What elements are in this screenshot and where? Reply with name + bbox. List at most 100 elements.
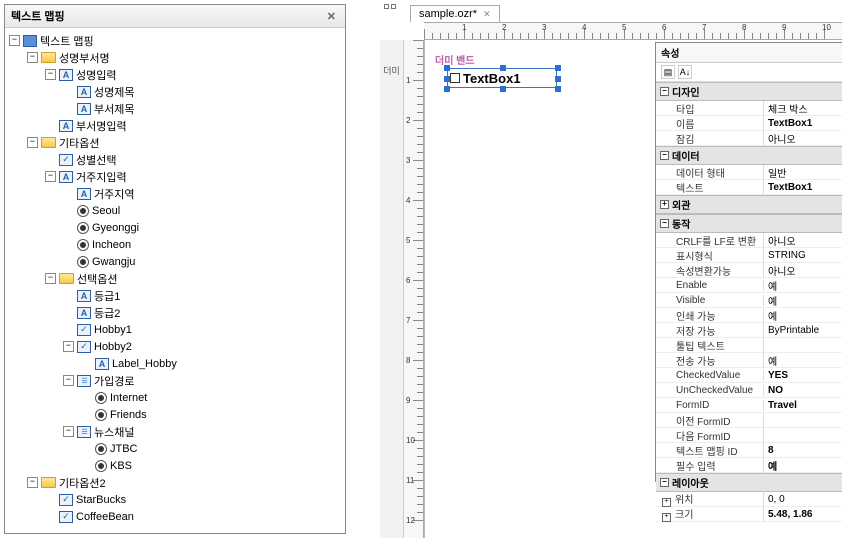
prop-value[interactable]: 8 xyxy=(764,445,842,456)
selection-handle[interactable] xyxy=(500,86,506,92)
prop-value[interactable]: 예 xyxy=(764,293,842,308)
tab-close-icon[interactable]: ✕ xyxy=(483,9,491,20)
prop-row[interactable]: 속성변환가능아니오 xyxy=(656,263,842,278)
prop-value[interactable]: TextBox1 xyxy=(764,182,842,193)
prop-row[interactable]: UnCheckedValueNO xyxy=(656,383,842,398)
selection-handle[interactable] xyxy=(555,76,561,82)
prop-value[interactable]: STRING xyxy=(764,250,842,261)
tree-node[interactable]: −선택옵션 xyxy=(9,270,341,287)
tree-node[interactable]: A부서제목 xyxy=(9,100,341,117)
collapse-icon[interactable]: − xyxy=(63,341,74,352)
tree-node[interactable]: KBS xyxy=(9,457,341,474)
prop-value[interactable]: 아니오 xyxy=(764,131,842,146)
prop-value[interactable]: TextBox1 xyxy=(764,118,842,129)
prop-row[interactable]: 표시형식STRING xyxy=(656,248,842,263)
prop-value[interactable]: 예 xyxy=(764,308,842,323)
collapse-icon[interactable]: − xyxy=(9,35,20,46)
tree-node[interactable]: −기타옵션 xyxy=(9,134,341,151)
tree-node[interactable]: A거주지역 xyxy=(9,185,341,202)
prop-value[interactable]: 체크 박스 xyxy=(764,101,842,116)
close-icon[interactable]: ✕ xyxy=(324,10,339,23)
prop-row[interactable]: 텍스트 맵핑 ID8 xyxy=(656,443,842,458)
categorize-icon[interactable]: ▤ xyxy=(661,65,675,79)
prop-row[interactable]: +위치0, 0 xyxy=(656,492,842,507)
tree-node[interactable]: ALabel_Hobby xyxy=(9,355,341,372)
prop-row[interactable]: 필수 입력예 xyxy=(656,458,842,473)
prop-row[interactable]: Visible예 xyxy=(656,293,842,308)
selection-handle[interactable] xyxy=(444,65,450,71)
tree-node[interactable]: Seoul xyxy=(9,202,341,219)
tree-node[interactable]: JTBC xyxy=(9,440,341,457)
tree-node[interactable]: A등급1 xyxy=(9,287,341,304)
prop-value[interactable]: 예 xyxy=(764,278,842,293)
prop-section[interactable]: +외관 xyxy=(656,195,842,214)
collapse-icon[interactable]: − xyxy=(45,273,56,284)
tree-node[interactable]: −텍스트 맵핑 xyxy=(9,32,341,49)
prop-value[interactable]: 예 xyxy=(764,458,842,473)
selection-handle[interactable] xyxy=(444,76,450,82)
tree-node[interactable]: Friends xyxy=(9,406,341,423)
prop-row[interactable]: 저장 가능ByPrintable xyxy=(656,323,842,338)
prop-row[interactable]: +크기5.48, 1.86 xyxy=(656,507,842,522)
collapse-icon[interactable]: − xyxy=(27,477,38,488)
prop-row[interactable]: 텍스트TextBox1 xyxy=(656,180,842,195)
prop-section[interactable]: −동작 xyxy=(656,214,842,233)
selection-handle[interactable] xyxy=(555,65,561,71)
expand-icon[interactable]: + xyxy=(660,200,669,209)
prop-row[interactable]: 타입체크 박스 xyxy=(656,101,842,116)
collapse-icon[interactable]: − xyxy=(660,478,669,487)
tree-node[interactable]: −A거주지입력 xyxy=(9,168,341,185)
selection-handle[interactable] xyxy=(555,86,561,92)
sort-az-icon[interactable]: A↓ xyxy=(678,65,692,79)
tab-gutter-icon[interactable] xyxy=(384,4,396,16)
prop-value[interactable]: 예 xyxy=(764,353,842,368)
prop-value[interactable]: 5.48, 1.86 xyxy=(764,509,842,520)
prop-value[interactable]: Travel xyxy=(764,400,842,411)
collapse-icon[interactable]: − xyxy=(45,69,56,80)
collapse-icon[interactable]: − xyxy=(63,375,74,386)
collapse-icon[interactable]: − xyxy=(660,219,669,228)
tree-node[interactable]: Gyeonggi xyxy=(9,219,341,236)
tree-node[interactable]: ✓CoffeeBean xyxy=(9,508,341,525)
prop-value[interactable]: ByPrintable xyxy=(764,325,842,336)
prop-row[interactable]: Enable예 xyxy=(656,278,842,293)
tree-node[interactable]: Incheon xyxy=(9,236,341,253)
tree-node[interactable]: −☰뉴스채널 xyxy=(9,423,341,440)
tree-view[interactable]: −텍스트 맵핑−성명부서명−A성명입력A성명제목A부서제목A부서명입력−기타옵션… xyxy=(5,28,345,534)
expand-icon[interactable]: + xyxy=(662,513,671,522)
prop-row[interactable]: FormIDTravel xyxy=(656,398,842,413)
collapse-icon[interactable]: − xyxy=(27,137,38,148)
prop-section[interactable]: −데이터 xyxy=(656,146,842,165)
tree-node[interactable]: −A성명입력 xyxy=(9,66,341,83)
prop-row[interactable]: 전송 가능예 xyxy=(656,353,842,368)
tree-node[interactable]: A성명제목 xyxy=(9,83,341,100)
prop-row[interactable]: 데이터 형태일반 xyxy=(656,165,842,180)
prop-value[interactable]: NO xyxy=(764,385,842,396)
tree-node[interactable]: −☰가입경로 xyxy=(9,372,341,389)
prop-row[interactable]: 인쇄 가능예 xyxy=(656,308,842,323)
selection-handle[interactable] xyxy=(444,86,450,92)
collapse-icon[interactable]: − xyxy=(660,151,669,160)
prop-row[interactable]: CheckedValueYES xyxy=(656,368,842,383)
tree-node[interactable]: ✓Hobby1 xyxy=(9,321,341,338)
tree-node[interactable]: Internet xyxy=(9,389,341,406)
tree-node[interactable]: Gwangju xyxy=(9,253,341,270)
collapse-icon[interactable]: − xyxy=(27,52,38,63)
prop-row[interactable]: 이름TextBox1 xyxy=(656,116,842,131)
tree-node[interactable]: −기타옵션2 xyxy=(9,474,341,491)
prop-section[interactable]: −레이아웃 xyxy=(656,473,842,492)
tree-node[interactable]: −✓Hobby2 xyxy=(9,338,341,355)
collapse-icon[interactable]: − xyxy=(63,426,74,437)
selection-handle[interactable] xyxy=(500,65,506,71)
collapse-icon[interactable]: − xyxy=(660,87,669,96)
prop-row[interactable]: CRLF를 LF로 변환아니오 xyxy=(656,233,842,248)
prop-section[interactable]: −디자인 xyxy=(656,82,842,101)
prop-value[interactable]: 아니오 xyxy=(764,233,842,248)
prop-row[interactable]: 다음 FormID xyxy=(656,428,842,443)
prop-value[interactable]: 아니오 xyxy=(764,263,842,278)
prop-row[interactable]: 이전 FormID xyxy=(656,413,842,428)
tree-node[interactable]: −성명부서명 xyxy=(9,49,341,66)
prop-value[interactable]: 일반 xyxy=(764,165,842,180)
tree-node[interactable]: ✓StarBucks xyxy=(9,491,341,508)
file-tab[interactable]: sample.ozr* ✕ xyxy=(410,5,500,22)
